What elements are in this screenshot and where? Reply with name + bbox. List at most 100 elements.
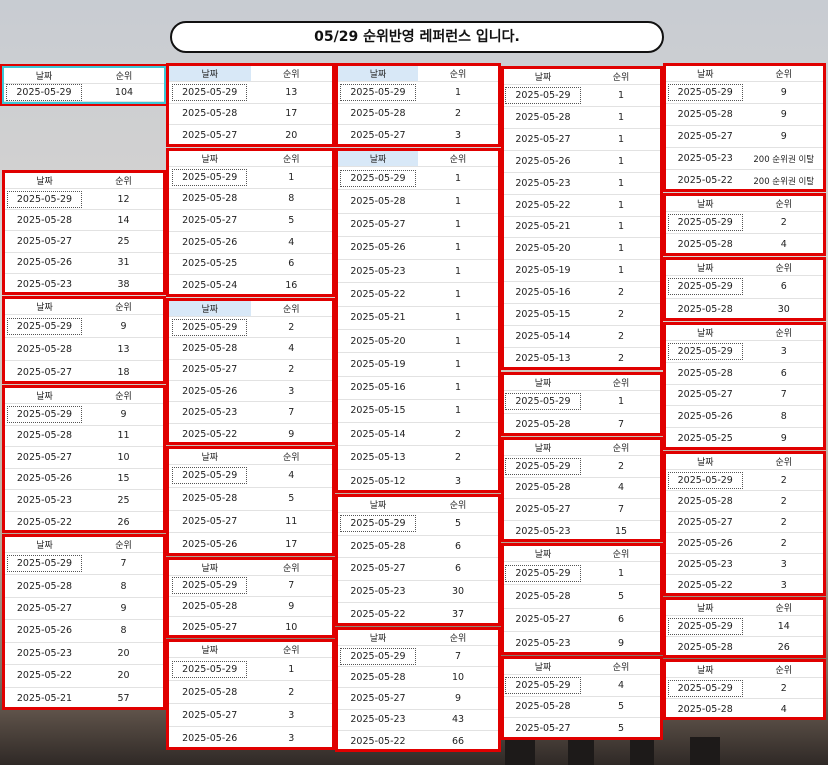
date-cell[interactable]: 2025-05-29 bbox=[169, 315, 251, 338]
date-cell[interactable]: 2025-05-22 bbox=[666, 169, 745, 189]
date-cell[interactable]: 2025-05-28 bbox=[5, 574, 84, 598]
date-cell[interactable]: 2025-05-29 bbox=[338, 81, 418, 104]
date-cell[interactable]: 2025-05-29 bbox=[169, 81, 251, 104]
date-cell[interactable]: 2025-05-23 bbox=[5, 272, 84, 292]
selected-date[interactable]: 2025-05-29 bbox=[505, 86, 581, 104]
date-cell[interactable]: 2025-05-26 bbox=[169, 726, 251, 747]
selected-date[interactable]: 2025-05-29 bbox=[340, 515, 416, 533]
date-cell[interactable]: 2025-05-29 bbox=[666, 677, 745, 699]
date-cell[interactable]: 2025-05-23 bbox=[338, 259, 418, 283]
selected-date[interactable]: 2025-05-29 bbox=[667, 617, 743, 635]
selected-date[interactable]: 2025-05-29 bbox=[667, 679, 743, 697]
selected-date[interactable]: 2025-05-29 bbox=[667, 471, 743, 489]
date-cell[interactable]: 2025-05-27 bbox=[169, 509, 251, 533]
date-cell[interactable]: 2025-05-27 bbox=[169, 616, 251, 635]
selected-date[interactable]: 2025-05-29 bbox=[667, 214, 743, 231]
date-cell[interactable]: 2025-05-28 bbox=[5, 424, 84, 447]
date-cell[interactable]: 2025-05-19 bbox=[504, 259, 582, 282]
date-cell[interactable]: 2025-05-27 bbox=[666, 511, 745, 533]
date-cell[interactable]: 2025-05-29 bbox=[504, 560, 582, 585]
date-cell[interactable]: 2025-05-13 bbox=[338, 445, 418, 470]
date-cell[interactable]: 2025-05-28 bbox=[169, 337, 251, 360]
date-cell[interactable]: 2025-05-29 bbox=[504, 674, 582, 697]
date-cell[interactable]: 2025-05-27 bbox=[5, 446, 84, 468]
date-cell[interactable]: 2025-05-23 bbox=[169, 401, 251, 424]
selected-date[interactable]: 2025-05-29 bbox=[340, 83, 416, 101]
selected-date[interactable]: 2025-05-29 bbox=[505, 564, 581, 582]
date-cell[interactable]: 2025-05-27 bbox=[338, 687, 418, 710]
date-cell[interactable]: 2025-05-29 bbox=[5, 551, 84, 575]
date-cell[interactable]: 2025-05-27 bbox=[169, 703, 251, 727]
date-cell[interactable]: 2025-05-29 bbox=[666, 275, 745, 298]
date-cell[interactable]: 2025-05-29 bbox=[504, 455, 582, 477]
date-cell[interactable]: 2025-05-28 bbox=[169, 486, 251, 510]
date-cell[interactable]: 2025-05-22 bbox=[169, 422, 251, 442]
date-cell[interactable]: 2025-05-27 bbox=[338, 212, 418, 237]
date-cell[interactable]: 2025-05-16 bbox=[338, 375, 418, 400]
date-cell[interactable]: 2025-05-22 bbox=[666, 574, 745, 593]
selected-date[interactable]: 2025-05-29 bbox=[340, 169, 416, 187]
date-cell[interactable]: 2025-05-29 bbox=[169, 657, 251, 681]
date-cell[interactable]: 2025-05-28 bbox=[338, 189, 418, 214]
date-cell[interactable]: 2025-05-23 bbox=[504, 630, 582, 652]
date-cell[interactable]: 2025-05-29 bbox=[338, 165, 418, 190]
date-cell[interactable]: 2025-05-20 bbox=[338, 328, 418, 353]
date-cell[interactable]: 2025-05-28 bbox=[338, 666, 418, 688]
date-cell[interactable]: 2025-05-28 bbox=[504, 476, 582, 499]
date-cell[interactable]: 2025-05-28 bbox=[666, 297, 745, 318]
date-cell[interactable]: 2025-05-28 bbox=[504, 584, 582, 608]
selected-date[interactable]: 2025-05-29 bbox=[172, 660, 248, 678]
selected-date[interactable]: 2025-05-29 bbox=[172, 83, 248, 101]
date-cell[interactable]: 2025-05-19 bbox=[338, 352, 418, 377]
date-cell[interactable]: 2025-05-22 bbox=[5, 510, 84, 530]
selected-date[interactable]: 2025-05-29 bbox=[505, 457, 581, 475]
date-cell[interactable]: 2025-05-27 bbox=[5, 360, 84, 381]
date-cell[interactable]: 2025-05-28 bbox=[169, 680, 251, 704]
date-cell[interactable]: 2025-05-26 bbox=[338, 235, 418, 260]
date-cell[interactable]: 2025-05-23 bbox=[5, 641, 84, 665]
date-cell[interactable]: 2025-05-29 bbox=[5, 314, 84, 338]
date-cell[interactable]: 2025-05-28 bbox=[5, 209, 84, 231]
date-cell[interactable]: 2025-05-15 bbox=[504, 303, 582, 326]
date-cell[interactable]: 2025-05-25 bbox=[169, 252, 251, 275]
date-cell[interactable]: 2025-05-23 bbox=[5, 489, 84, 511]
date-cell[interactable]: 2025-05-28 bbox=[5, 337, 84, 361]
date-cell[interactable]: 2025-05-22 bbox=[338, 729, 418, 749]
date-cell[interactable]: 2025-05-27 bbox=[5, 596, 84, 620]
date-cell[interactable]: 2025-05-29 bbox=[338, 644, 418, 667]
date-cell[interactable]: 2025-05-28 bbox=[666, 698, 745, 717]
date-cell[interactable]: 2025-05-27 bbox=[504, 127, 582, 151]
date-cell[interactable]: 2025-05-26 bbox=[5, 619, 84, 643]
date-cell[interactable]: 2025-05-29 bbox=[169, 575, 251, 597]
date-cell[interactable]: 2025-05-26 bbox=[169, 379, 251, 402]
date-cell[interactable]: 2025-05-23 bbox=[504, 171, 582, 195]
selected-date[interactable]: 2025-05-29 bbox=[6, 555, 83, 573]
date-cell[interactable]: 2025-05-26 bbox=[666, 532, 745, 554]
selected-date[interactable]: 2025-05-29 bbox=[505, 393, 581, 411]
date-cell[interactable]: 2025-05-22 bbox=[5, 664, 84, 688]
selected-date[interactable]: 2025-05-29 bbox=[667, 278, 743, 296]
selected-date[interactable]: 2025-05-29 bbox=[6, 84, 82, 101]
date-cell[interactable]: 2025-05-28 bbox=[338, 102, 418, 125]
date-cell[interactable]: 2025-05-27 bbox=[169, 209, 251, 232]
date-cell[interactable]: 2025-05-28 bbox=[169, 187, 251, 210]
date-cell[interactable]: 2025-05-28 bbox=[4, 101, 84, 102]
date-cell[interactable]: 2025-05-27 bbox=[169, 358, 251, 381]
selected-date[interactable]: 2025-05-29 bbox=[6, 317, 83, 335]
date-cell[interactable]: 2025-05-28 bbox=[666, 490, 745, 512]
date-cell[interactable]: 2025-05-14 bbox=[338, 422, 418, 446]
date-cell[interactable]: 2025-05-27 bbox=[504, 607, 582, 632]
date-cell[interactable]: 2025-05-22 bbox=[338, 282, 418, 307]
date-cell[interactable]: 2025-05-21 bbox=[504, 215, 582, 238]
selected-date[interactable]: 2025-05-29 bbox=[340, 647, 416, 665]
date-cell[interactable]: 2025-05-28 bbox=[504, 412, 582, 433]
date-cell[interactable]: 2025-05-28 bbox=[504, 105, 582, 129]
date-cell[interactable]: 2025-05-26 bbox=[504, 149, 582, 173]
date-cell[interactable]: 2025-05-29 bbox=[666, 340, 745, 363]
selected-date[interactable]: 2025-05-29 bbox=[172, 168, 248, 186]
date-cell[interactable]: 2025-05-25 bbox=[666, 427, 745, 447]
date-cell[interactable]: 2025-05-28 bbox=[169, 102, 251, 125]
date-cell[interactable]: 2025-05-27 bbox=[338, 557, 418, 581]
date-cell[interactable]: 2025-05-23 bbox=[504, 519, 582, 539]
date-cell[interactable]: 2025-05-27 bbox=[666, 383, 745, 406]
